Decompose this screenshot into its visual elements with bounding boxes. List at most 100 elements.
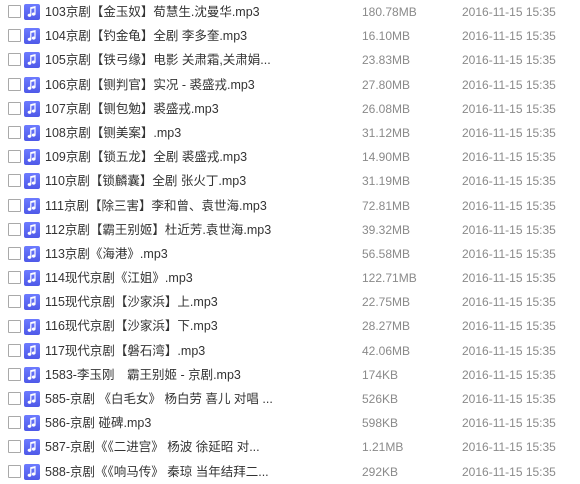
file-date: 2016-11-15 15:35	[462, 440, 556, 455]
file-checkbox[interactable]	[8, 416, 21, 430]
file-name[interactable]: 117现代京剧【磐石湾】.mp3	[45, 339, 205, 363]
file-name[interactable]: 115现代京剧【沙家浜】上.mp3	[45, 290, 218, 314]
file-row[interactable]: 116现代京剧【沙家浜】下.mp3 28.27MB 2016-11-15 15:35	[0, 314, 580, 338]
file-row[interactable]: 105京剧【铁弓缘】电影 关肃霜,关肃娟... 23.83MB 2016-11-15…	[0, 48, 580, 72]
file-size: 31.19MB	[362, 174, 411, 189]
file-row[interactable]: 104京剧【钓金龟】全剧 李多奎.mp3 16.10MB 2016-11-15 15…	[0, 24, 580, 48]
music-note-icon	[24, 463, 40, 480]
file-list: 103京剧【金玉奴】荀慧生.沈曼华.mp3 180.78MB 2016-11-15 …	[0, 0, 580, 483]
file-row[interactable]: 113京剧《海港》.mp3 56.58MB 2016-11-15 15:35	[0, 242, 580, 266]
file-row[interactable]: 108京剧【铡美案】.mp3 31.12MB 2016-11-15 15:35	[0, 121, 580, 145]
file-checkbox[interactable]	[8, 126, 21, 140]
file-size: 174KB	[362, 367, 399, 382]
file-row[interactable]: 106京剧【铡判官】实况 - 裘盛戎.mp3 27.80MB 2016-11-15 …	[0, 73, 580, 97]
file-date: 2016-11-15 15:35	[462, 416, 556, 431]
file-row[interactable]: 114现代京剧《江姐》.mp3 122.71MB 2016-11-15 15:35	[0, 266, 580, 290]
file-checkbox[interactable]	[8, 319, 21, 333]
file-checkbox[interactable]	[8, 53, 21, 67]
file-size: 23.83MB	[362, 53, 411, 68]
file-row[interactable]: 587-京剧《《二进宫》 杨波 徐延昭 对... 1.21MB 2016-11-15…	[0, 435, 580, 459]
file-date: 2016-11-15 15:35	[462, 53, 556, 68]
file-name[interactable]: 588-京剧《《响马传》 秦琼 当年结拜二...	[45, 460, 269, 484]
file-name[interactable]: 112京剧【霸王别姬】杜近芳.袁世海.mp3	[45, 218, 271, 242]
file-size: 598KB	[362, 416, 399, 431]
music-note-icon	[24, 28, 40, 45]
music-note-icon	[24, 197, 40, 214]
file-name[interactable]: 1583-李玉刚 霸王别姬 - 京剧.mp3	[45, 363, 241, 387]
file-checkbox[interactable]	[8, 271, 21, 285]
file-row[interactable]: 585-京剧 《白毛女》 杨白劳 喜儿 对唱 ... 526KB 2016-11-1…	[0, 387, 580, 411]
file-checkbox[interactable]	[8, 464, 21, 478]
file-name[interactable]: 114现代京剧《江姐》.mp3	[45, 266, 193, 290]
file-name[interactable]: 587-京剧《《二进宫》 杨波 徐延昭 对...	[45, 435, 260, 459]
file-size: 292KB	[362, 464, 399, 479]
file-size: 26.08MB	[362, 101, 411, 116]
file-row[interactable]: 1583-李玉刚 霸王别姬 - 京剧.mp3 174KB 2016-11-15 15…	[0, 363, 580, 387]
file-size: 180.78MB	[362, 5, 417, 19]
file-row[interactable]: 586-京剧 碰碑.mp3 598KB 2016-11-15 15:35	[0, 411, 580, 435]
file-name[interactable]: 113京剧《海港》.mp3	[45, 242, 168, 266]
file-date: 2016-11-15 15:35	[462, 174, 556, 189]
file-name[interactable]: 108京剧【铡美案】.mp3	[45, 121, 181, 145]
file-row[interactable]: 107京剧【铡包勉】裘盛戎.mp3 26.08MB 2016-11-15 15:35	[0, 97, 580, 121]
file-row[interactable]: 103京剧【金玉奴】荀慧生.沈曼华.mp3 180.78MB 2016-11-15 …	[0, 0, 580, 24]
file-size: 27.80MB	[362, 77, 411, 92]
file-row[interactable]: 112京剧【霸王别姬】杜近芳.袁世海.mp3 39.32MB 2016-11-15 …	[0, 218, 580, 242]
file-name[interactable]: 105京剧【铁弓缘】电影 关肃霜,关肃娟...	[45, 48, 271, 72]
file-checkbox[interactable]	[8, 150, 21, 164]
file-name[interactable]: 116现代京剧【沙家浜】下.mp3	[45, 314, 218, 338]
file-row[interactable]: 110京剧【锁麟囊】全剧 张火丁.mp3 31.19MB 2016-11-15 15…	[0, 169, 580, 193]
file-date: 2016-11-15 15:35	[462, 367, 556, 382]
file-checkbox[interactable]	[8, 222, 21, 236]
file-size: 526KB	[362, 392, 399, 406]
file-row[interactable]: 117现代京剧【磐石湾】.mp3 42.06MB 2016-11-15 15:35	[0, 339, 580, 363]
music-note-icon	[24, 439, 40, 456]
file-size: 16.10MB	[362, 29, 411, 44]
file-name[interactable]: 111京剧【除三害】李和曾、袁世海.mp3	[45, 194, 267, 218]
file-size: 14.90MB	[362, 150, 411, 165]
file-checkbox[interactable]	[8, 367, 21, 381]
file-date: 2016-11-15 15:35	[462, 464, 556, 479]
file-date: 2016-11-15 15:35	[462, 392, 556, 406]
file-size: 28.27MB	[362, 319, 411, 334]
file-checkbox[interactable]	[8, 198, 21, 212]
music-note-icon	[24, 391, 40, 408]
music-note-icon	[24, 149, 40, 166]
music-note-icon	[24, 76, 40, 93]
file-size: 122.71MB	[362, 271, 417, 286]
music-note-icon	[24, 52, 40, 69]
file-name[interactable]: 106京剧【铡判官】实况 - 裘盛戎.mp3	[45, 73, 255, 97]
music-note-icon	[24, 100, 40, 117]
file-size: 1.21MB	[362, 440, 404, 455]
file-checkbox[interactable]	[8, 101, 21, 115]
file-checkbox[interactable]	[8, 295, 21, 309]
file-checkbox[interactable]	[8, 246, 21, 260]
file-size: 39.32MB	[362, 222, 411, 237]
music-note-icon	[24, 221, 40, 238]
music-note-icon	[24, 366, 40, 383]
file-checkbox[interactable]	[8, 440, 21, 454]
file-row[interactable]: 111京剧【除三害】李和曾、袁世海.mp3 72.81MB 2016-11-15 1…	[0, 194, 580, 218]
file-name[interactable]: 110京剧【锁麟囊】全剧 张火丁.mp3	[45, 169, 246, 193]
file-row[interactable]: 115现代京剧【沙家浜】上.mp3 22.75MB 2016-11-15 15:35	[0, 290, 580, 314]
file-name[interactable]: 586-京剧 碰碑.mp3	[45, 411, 151, 435]
file-row[interactable]: 588-京剧《《响马传》 秦琼 当年结拜二... 292KB 2016-11-15 …	[0, 460, 580, 484]
file-name[interactable]: 104京剧【钓金龟】全剧 李多奎.mp3	[45, 24, 247, 48]
file-checkbox[interactable]	[8, 77, 21, 91]
file-checkbox[interactable]	[8, 343, 21, 357]
music-note-icon	[24, 270, 40, 287]
music-note-icon	[24, 318, 40, 335]
file-name[interactable]: 109京剧【锁五龙】全剧 裘盛戎.mp3	[45, 145, 247, 169]
file-name[interactable]: 103京剧【金玉奴】荀慧生.沈曼华.mp3	[45, 0, 260, 24]
file-date: 2016-11-15 15:35	[462, 101, 556, 116]
file-date: 2016-11-15 15:35	[462, 77, 556, 92]
file-name[interactable]: 107京剧【铡包勉】裘盛戎.mp3	[45, 97, 219, 121]
file-checkbox[interactable]	[8, 392, 21, 406]
file-checkbox[interactable]	[8, 29, 21, 43]
file-name[interactable]: 585-京剧 《白毛女》 杨白劳 喜儿 对唱 ...	[45, 387, 273, 411]
file-checkbox[interactable]	[8, 174, 21, 188]
file-row[interactable]: 109京剧【锁五龙】全剧 裘盛戎.mp3 14.90MB 2016-11-15 15…	[0, 145, 580, 169]
file-checkbox[interactable]	[8, 5, 21, 19]
file-date: 2016-11-15 15:35	[462, 125, 556, 140]
file-size: 72.81MB	[362, 198, 411, 213]
